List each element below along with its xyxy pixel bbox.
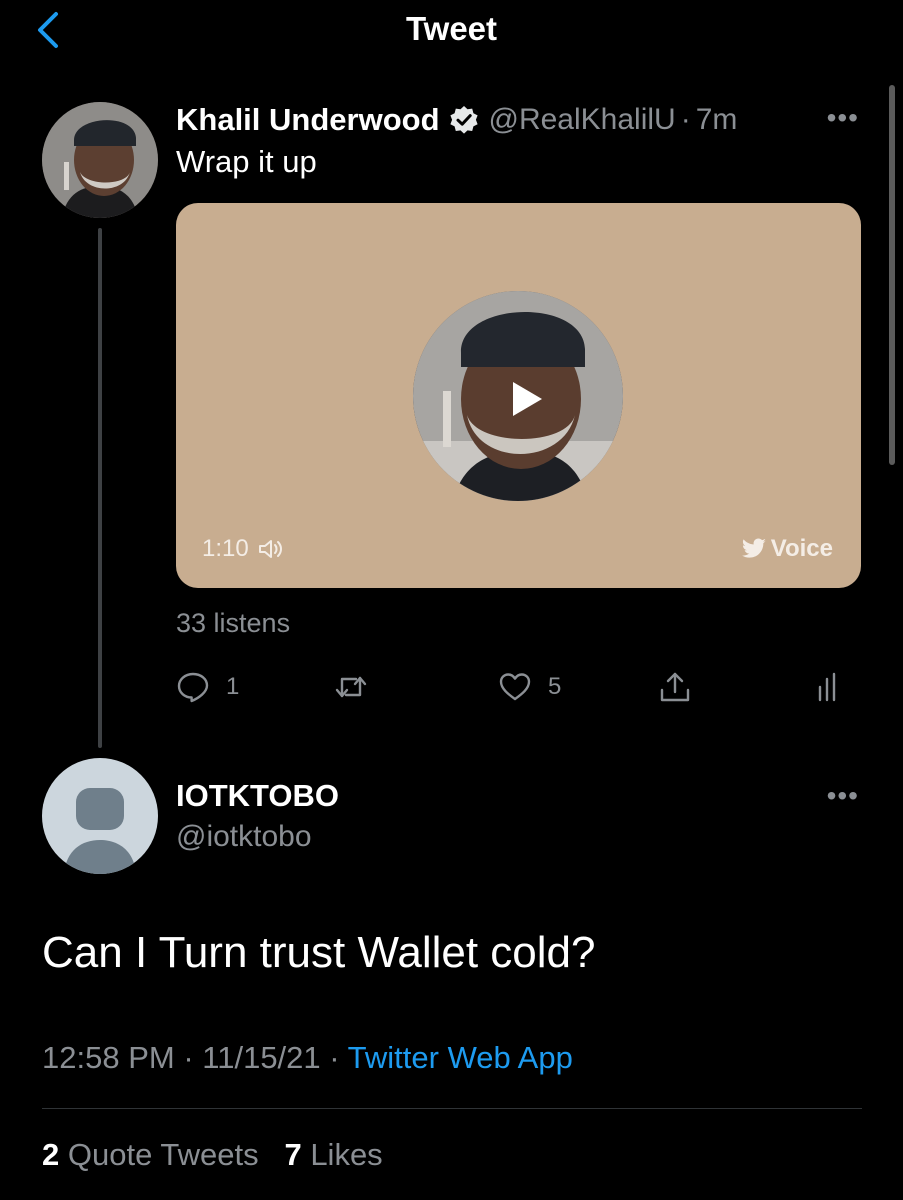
twitter-bird-icon <box>741 538 766 558</box>
reply-count: 1 <box>226 673 240 700</box>
tweet-timestamp[interactable]: 12:58 PM <box>42 1040 175 1075</box>
page-title: Tweet <box>405 10 498 47</box>
like-icon <box>499 673 531 701</box>
like-count: 5 <box>548 673 562 700</box>
retweet-button[interactable] <box>334 670 384 704</box>
voice-duration: 1:10 <box>202 535 287 563</box>
tweet-date[interactable]: 11/15/21 <box>202 1040 320 1075</box>
quote-label: Quote Tweets <box>67 1137 259 1172</box>
author-avatar[interactable] <box>42 102 158 218</box>
meta-separator: · <box>329 1040 340 1075</box>
voice-label: Voice <box>741 535 833 563</box>
reply-button[interactable]: 1 <box>176 670 239 704</box>
listen-count: 33 listens <box>176 608 291 638</box>
default-avatar-icon[interactable] <box>42 758 158 874</box>
tweet-time[interactable]: 7m <box>696 103 738 137</box>
speaker-icon[interactable] <box>257 537 287 561</box>
top-nav-bar: Tweet <box>0 0 903 62</box>
separator-dot: · <box>680 103 691 136</box>
play-icon[interactable] <box>509 379 545 419</box>
more-options-icon[interactable]: ••• <box>827 102 859 134</box>
author-name[interactable]: Khalil Underwood <box>176 102 440 138</box>
likes-label: Likes <box>310 1137 383 1172</box>
analytics-button[interactable] <box>812 670 846 704</box>
author-row: Khalil Underwood @RealKhalilU · 7m <box>176 100 737 140</box>
analytics-icon <box>818 672 836 702</box>
voice-label-text: Voice <box>770 535 833 562</box>
like-button[interactable]: 5 <box>498 670 561 704</box>
default-avatar-silhouette <box>64 788 136 874</box>
reply-author-handle[interactable]: @iotktobo <box>176 820 312 854</box>
duration-text: 1:10 <box>202 535 249 562</box>
tweet-text: Wrap it up <box>176 144 317 179</box>
share-button[interactable] <box>658 670 692 704</box>
source-app-link[interactable]: Twitter Web App <box>348 1040 573 1075</box>
quote-count: 2 <box>42 1137 60 1172</box>
share-icon <box>660 672 690 702</box>
thread-connector-line <box>98 228 102 748</box>
reply-author-name[interactable]: IOTKTOBO <box>176 778 339 814</box>
reply-icon <box>177 672 209 703</box>
reply-more-options-icon[interactable]: ••• <box>827 780 859 812</box>
author-handle[interactable]: @RealKhalilU <box>489 103 676 137</box>
reply-text: Can I Turn trust Wallet cold? <box>42 928 596 977</box>
retweet-icon <box>335 676 367 698</box>
tweet-actions-bar: 1 5 <box>176 670 861 710</box>
engagement-stats: 2 Quote Tweets 7 Likes <box>42 1137 383 1173</box>
tweet-detail-page: Tweet Khalil Underwood @RealKhalilU · 7m… <box>0 0 903 1200</box>
scrollbar[interactable] <box>889 85 895 465</box>
tweet-metadata: 12:58 PM · 11/15/21 · Twitter Web App <box>42 1040 573 1076</box>
meta-separator: · <box>183 1040 194 1075</box>
verified-badge-icon <box>449 106 478 134</box>
voice-tweet-card[interactable]: 1:10 Voice <box>176 203 861 588</box>
likes-count: 7 <box>284 1137 302 1172</box>
likes-link[interactable]: 7 Likes <box>284 1137 382 1172</box>
avatar-photo <box>42 102 158 218</box>
divider <box>42 1108 862 1109</box>
quote-tweets-link[interactable]: 2 Quote Tweets <box>42 1137 259 1172</box>
